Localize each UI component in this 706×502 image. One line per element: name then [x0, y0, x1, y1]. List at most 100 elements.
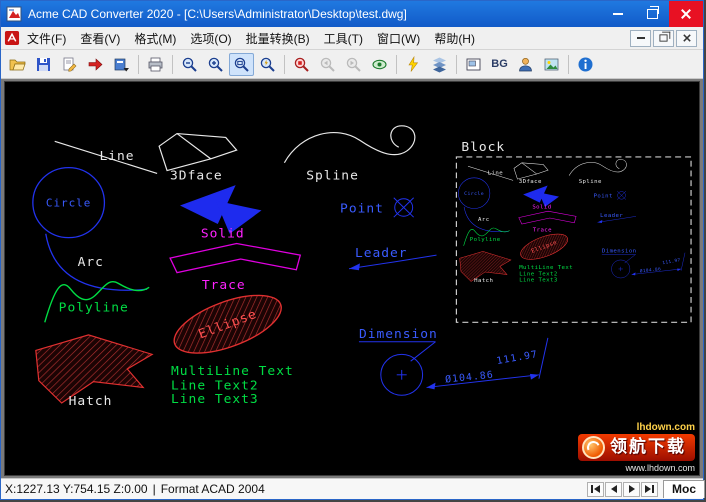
document-icon[interactable]	[4, 30, 20, 46]
svg-text:3Dface: 3Dface	[170, 168, 223, 183]
zoom-out-button[interactable]	[177, 53, 202, 76]
last-tab-button[interactable]	[641, 482, 658, 497]
svg-text:Arc: Arc	[78, 255, 104, 270]
trace-entity: Trace	[170, 243, 300, 293]
info-button[interactable]	[573, 53, 598, 76]
mdi-minimize-button[interactable]	[630, 30, 651, 47]
menu-item-file[interactable]: 文件(F)	[20, 28, 73, 49]
menu-bar: 文件(F) 查看(V) 格式(M) 选项(O) 批量转换(B) 工具(T) 窗口…	[1, 27, 703, 50]
zoom-window-button[interactable]	[229, 53, 254, 76]
leader-entity: Leader	[349, 246, 436, 270]
open-button[interactable]	[5, 53, 30, 76]
batch-convert-button[interactable]	[109, 53, 134, 76]
circle-entity: Circle	[33, 168, 105, 238]
toolbar-separator	[568, 55, 569, 74]
user-button[interactable]	[513, 53, 538, 76]
menu-item-options[interactable]: 选项(O)	[183, 28, 238, 49]
convert-button[interactable]	[83, 53, 108, 76]
mdi-close-icon	[682, 34, 691, 43]
svg-text:Trace: Trace	[202, 278, 246, 293]
close-button[interactable]	[669, 1, 703, 27]
print-button[interactable]	[143, 53, 168, 76]
previous-tab-button[interactable]	[605, 482, 622, 497]
zoom-realtime-button[interactable]	[255, 53, 280, 76]
block-entity: Block	[456, 140, 691, 322]
menu-item-format[interactable]: 格式(M)	[127, 28, 183, 49]
line-entity: Line	[55, 141, 157, 173]
toolbar-separator	[172, 55, 173, 74]
save-button[interactable]	[31, 53, 56, 76]
dimension-entity: Dimension Ø104.86 111.97	[359, 327, 548, 395]
layout-tab-nav	[587, 482, 658, 497]
zoom-in-button[interactable]	[203, 53, 228, 76]
minimize-button[interactable]	[601, 1, 635, 27]
menu-item-help[interactable]: 帮助(H)	[427, 28, 482, 49]
format-display: Format ACAD 2004	[161, 482, 265, 496]
mdi-child-controls	[630, 30, 700, 47]
layers-button[interactable]	[427, 53, 452, 76]
user-icon	[517, 56, 534, 73]
toolbar-separator	[138, 55, 139, 74]
frame-button[interactable]	[461, 53, 486, 76]
menu-item-batch-convert[interactable]: 批量转换(B)	[239, 28, 317, 49]
window-title: Acme CAD Converter 2020 - [C:\Users\Admi…	[28, 7, 407, 21]
svg-text:MultiLine Text: MultiLine Text	[171, 364, 294, 379]
watermark-url: www.lhdown.com	[578, 464, 695, 474]
previous-tab-icon	[611, 485, 617, 493]
next-tab-button[interactable]	[623, 482, 640, 497]
restore-button[interactable]	[635, 1, 669, 27]
flash-button[interactable]	[401, 53, 426, 76]
bg-button[interactable]: BG	[487, 53, 512, 76]
menu-item-window[interactable]: 窗口(W)	[370, 28, 427, 49]
mdi-close-button[interactable]	[676, 30, 697, 47]
print-icon	[147, 56, 164, 73]
svg-text:Line Text2: Line Text2	[171, 379, 259, 394]
canvas-frame: Line Circle 3Dface Spline	[1, 79, 703, 478]
mdi-restore-button[interactable]	[653, 30, 674, 47]
zoom-previous-button	[315, 53, 340, 76]
toolbar-separator	[396, 55, 397, 74]
svg-text:Solid: Solid	[201, 227, 245, 242]
spline-entity: Spline	[284, 126, 414, 183]
zoom-realtime-icon	[259, 56, 276, 73]
svg-text:Line: Line	[99, 149, 134, 164]
image-button[interactable]	[539, 53, 564, 76]
last-tab-icon	[645, 485, 651, 493]
watermark-name: 领航下载	[610, 438, 686, 457]
mdi-minimize-icon	[637, 37, 645, 39]
first-tab-button[interactable]	[587, 482, 604, 497]
toolbar-separator	[456, 55, 457, 74]
watermark: lhdown.com 领航下载 www.lhdown.com	[578, 422, 695, 474]
title-bar: Acme CAD Converter 2020 - [C:\Users\Admi…	[1, 1, 703, 27]
zoom-in-icon	[207, 56, 224, 73]
restore-icon	[647, 9, 658, 19]
save-as-button[interactable]	[57, 53, 82, 76]
menu-item-view[interactable]: 查看(V)	[73, 28, 127, 49]
zoom-next-icon	[345, 56, 362, 73]
info-icon	[577, 56, 594, 73]
watermark-badge: 领航下载	[578, 434, 695, 461]
app-window: Acme CAD Converter 2020 - [C:\Users\Admi…	[0, 0, 704, 500]
svg-text:Dimension: Dimension	[359, 327, 438, 342]
3dface-entity: 3Dface	[159, 134, 237, 184]
aerial-view-button[interactable]	[367, 53, 392, 76]
cad-drawing[interactable]: Line Circle 3Dface Spline	[5, 82, 699, 475]
drawing-canvas[interactable]: Line Circle 3Dface Spline	[4, 81, 700, 476]
zoom-extents-icon	[293, 56, 310, 73]
zoom-previous-icon	[319, 56, 336, 73]
app-icon	[6, 6, 22, 22]
first-tab-icon	[591, 485, 593, 493]
lhdown-logo-icon	[582, 436, 605, 459]
menu-item-tools[interactable]: 工具(T)	[317, 28, 370, 49]
arc-entity: Arc	[46, 234, 147, 290]
hatch-entity: Hatch	[36, 335, 152, 409]
coordinates-display: X:1227.13 Y:754.15 Z:0.00	[5, 482, 148, 496]
save-icon	[35, 56, 52, 73]
point-entity: Point	[340, 198, 414, 217]
save-as-icon	[61, 56, 78, 73]
svg-text:Hatch: Hatch	[69, 394, 113, 409]
svg-text:Line Text3: Line Text3	[171, 392, 259, 407]
zoom-extents-button[interactable]	[289, 53, 314, 76]
image-icon	[543, 56, 560, 73]
tab-model[interactable]: Moc	[663, 480, 705, 498]
